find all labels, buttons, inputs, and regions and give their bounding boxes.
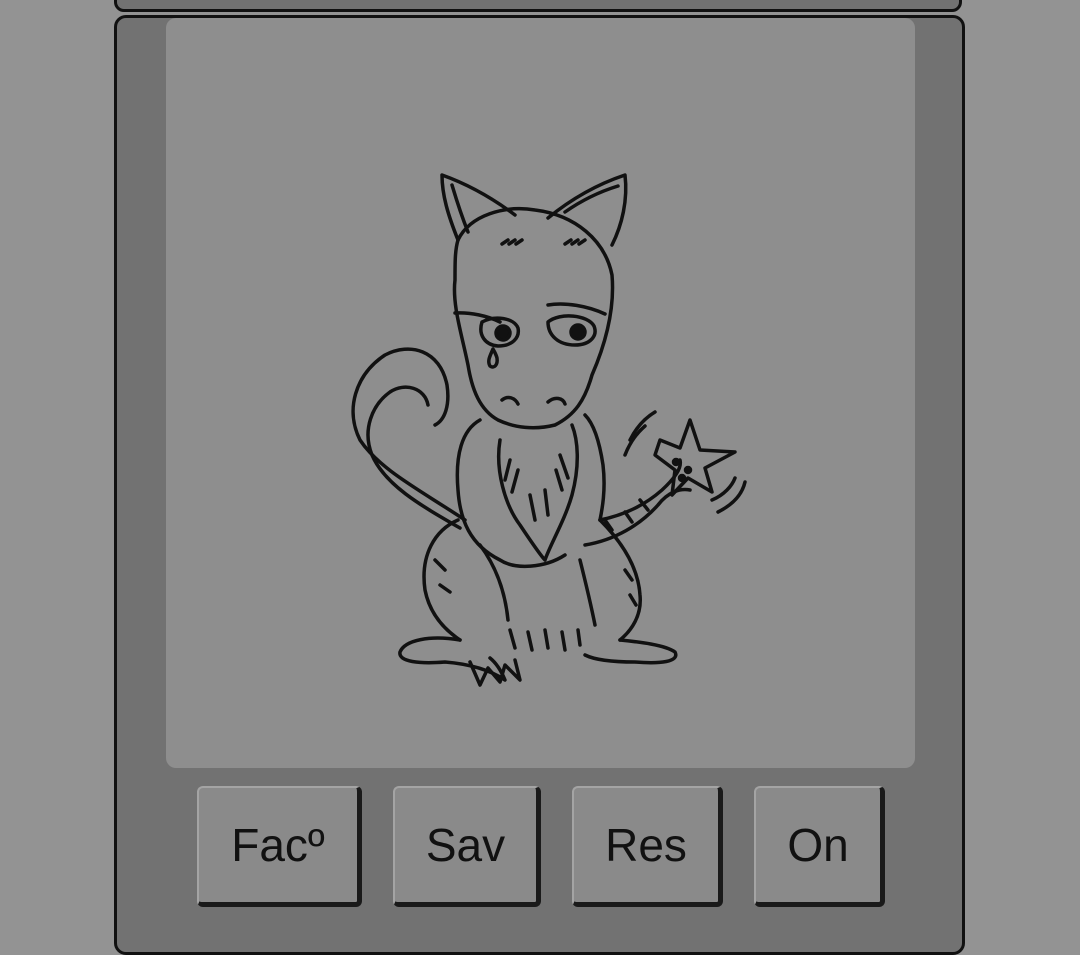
factory-button[interactable]: Facº <box>197 786 362 907</box>
save-button-label: Sav <box>425 819 506 871</box>
drawing-canvas[interactable] <box>166 18 915 768</box>
reset-button[interactable]: Res <box>572 786 723 907</box>
factory-button-label: Facº <box>231 819 325 871</box>
reset-button-label: Res <box>605 819 687 871</box>
save-button[interactable]: Sav <box>393 786 541 907</box>
top-panel <box>114 0 962 12</box>
on-button[interactable]: On <box>754 786 885 907</box>
on-button-label: On <box>787 819 849 871</box>
cat-drawing-icon <box>351 173 747 687</box>
